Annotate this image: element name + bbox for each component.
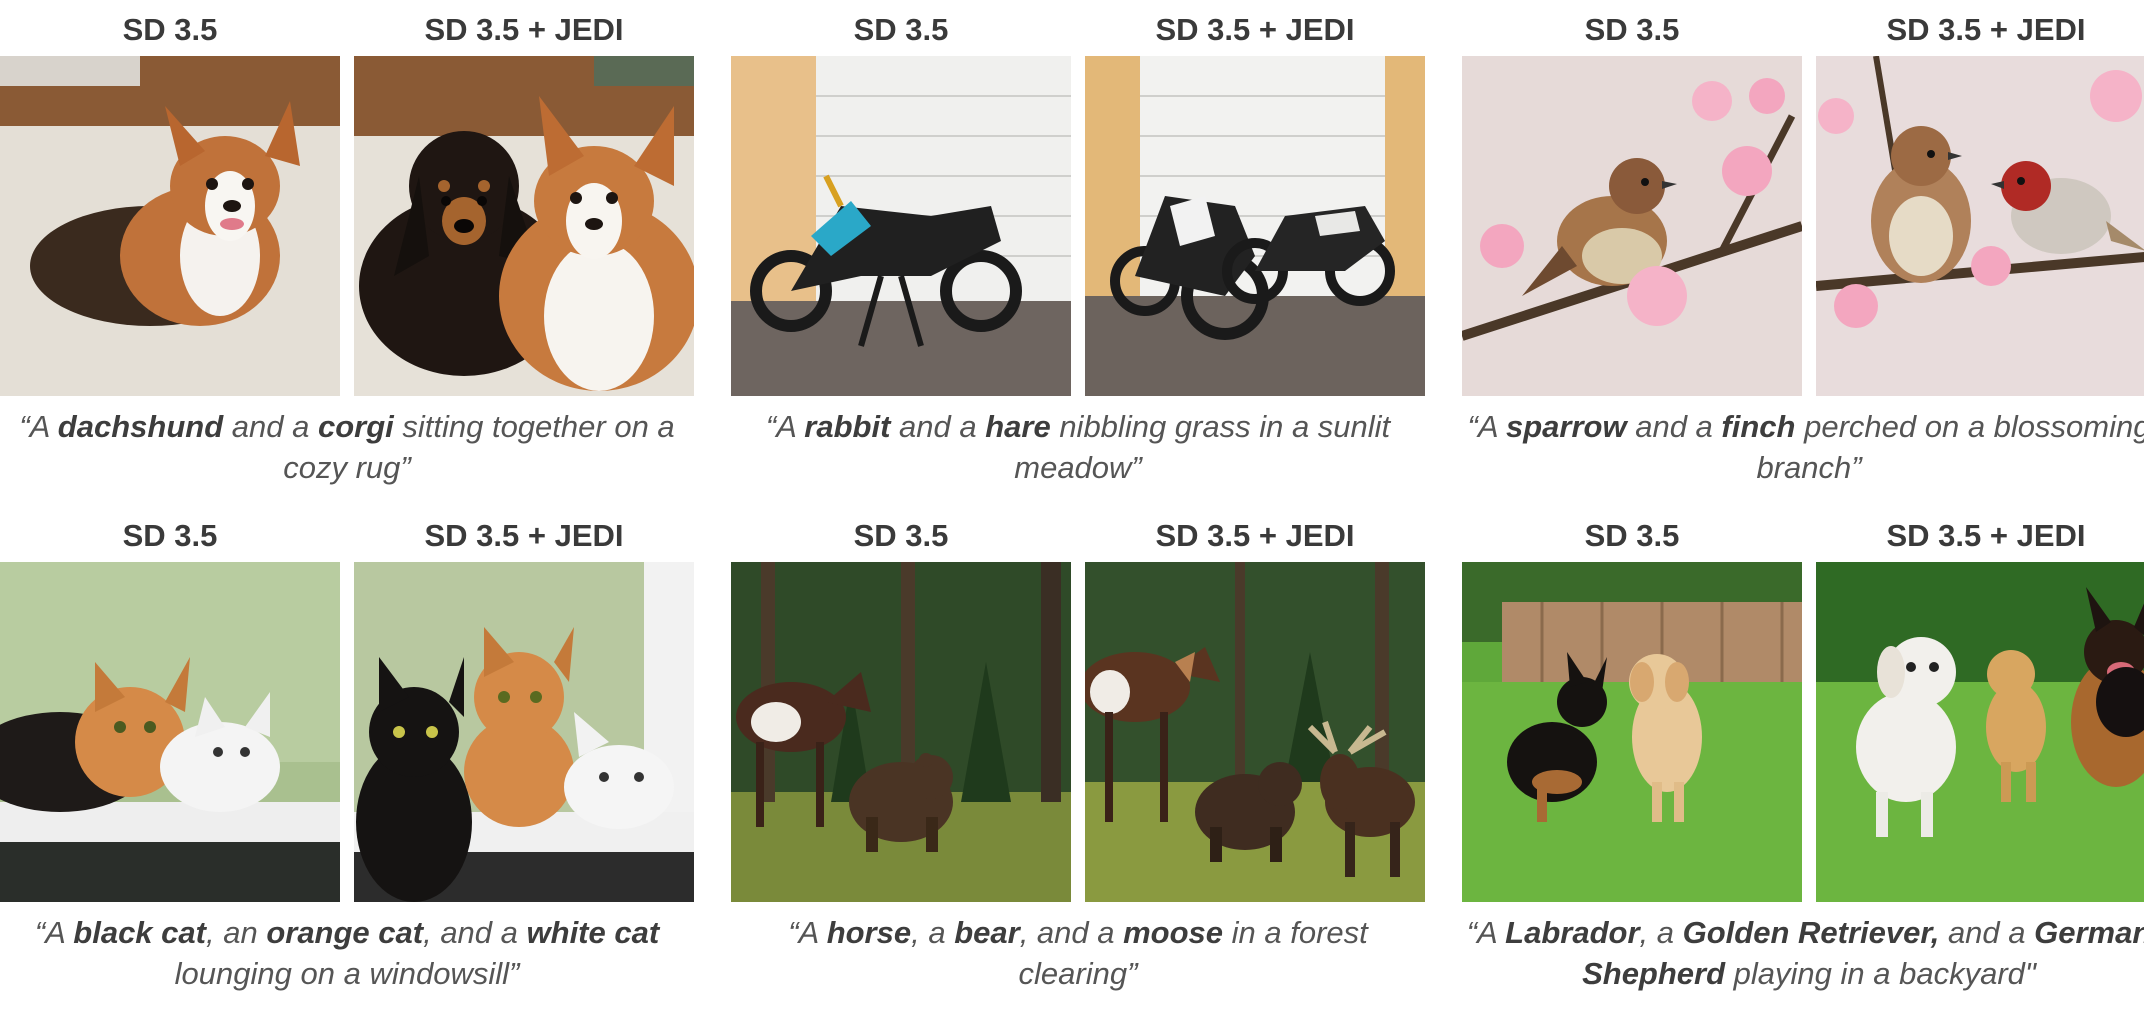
caption-subject: bear — [954, 915, 1020, 950]
panel-rabbit-hare: SD 3.5 SD 3.5 + JEDI “A rabbit and a har… — [731, 0, 1425, 500]
caption-text: nibbling grass in a sunlit meadow” — [1014, 409, 1391, 485]
caption-text: “A — [788, 915, 827, 950]
label-jedi: SD 3.5 + JEDI — [1886, 518, 2086, 553]
caption-subject: Labrador — [1505, 915, 1640, 950]
image-jedi-forest — [1085, 562, 1425, 902]
image-jedi-cats — [354, 562, 694, 902]
image-baseline-birds — [1462, 56, 1802, 396]
image-baseline-forest — [731, 562, 1071, 902]
caption-subject: orange cat — [266, 915, 424, 950]
caption-subject: Golden Retriever, — [1682, 915, 1940, 950]
image-baseline-backyard — [1462, 562, 1802, 902]
label-baseline: SD 3.5 — [853, 12, 949, 47]
caption-text: lounging on a windowsill” — [174, 956, 520, 991]
caption-subject: white cat — [526, 915, 660, 950]
image-baseline-dogs — [0, 56, 340, 396]
image-baseline-cats — [0, 562, 340, 902]
caption-text: and a — [1626, 409, 1722, 444]
caption-text: , and a — [423, 915, 527, 950]
image-baseline-garage — [731, 56, 1071, 396]
caption-prompt: “A horse, a bear, and a moose in a fores… — [731, 912, 1425, 994]
caption-text: , an — [205, 915, 267, 950]
caption-text: , a — [1639, 915, 1683, 950]
image-jedi-birds — [1816, 56, 2144, 396]
panel-labrador-golden-shepherd: SD 3.5 SD 3.5 + JEDI “A Labrador, a Gold… — [1462, 506, 2144, 1006]
label-baseline: SD 3.5 — [122, 12, 218, 47]
caption-subject: hare — [985, 409, 1051, 444]
caption-subject: dachshund — [57, 409, 224, 444]
caption-text: and a — [890, 409, 986, 444]
label-baseline: SD 3.5 — [122, 518, 218, 553]
caption-prompt: “A Labrador, a Golden Retriever, and a G… — [1462, 912, 2144, 994]
label-jedi: SD 3.5 + JEDI — [424, 12, 624, 47]
caption-text: playing in a backyard" — [1725, 956, 2036, 991]
caption-prompt: “A black cat, an orange cat, and a white… — [0, 912, 694, 994]
caption-text: , and a — [1019, 915, 1124, 950]
caption-text: and a — [223, 409, 318, 444]
caption-text: “A — [1467, 409, 1506, 444]
caption-subject: corgi — [317, 409, 394, 444]
caption-text: and a — [1939, 915, 2035, 950]
caption-subject: finch — [1721, 409, 1796, 444]
caption-subject: rabbit — [804, 409, 891, 444]
label-jedi: SD 3.5 + JEDI — [1155, 12, 1355, 47]
caption-subject: black cat — [73, 915, 206, 950]
caption-prompt: “A rabbit and a hare nibbling grass in a… — [731, 406, 1425, 488]
image-jedi-dogs — [354, 56, 694, 396]
panel-horse-bear-moose: SD 3.5 SD 3.5 + JEDI “A horse, a bear, a… — [731, 506, 1425, 1006]
image-jedi-garage — [1085, 56, 1425, 396]
caption-text: “A — [1466, 915, 1506, 950]
label-baseline: SD 3.5 — [1584, 518, 1680, 553]
panel-sparrow-finch: SD 3.5 SD 3.5 + JEDI “A sparrow and a fi… — [1462, 0, 2144, 500]
caption-text: perched on a blossoming branch” — [1756, 409, 2144, 485]
label-jedi: SD 3.5 + JEDI — [1886, 12, 2086, 47]
caption-text: “A — [34, 915, 74, 950]
panel-dachshund-corgi: SD 3.5 SD 3.5 + JEDI “A dachshund and a … — [0, 0, 694, 500]
caption-prompt: “A sparrow and a finch perched on a blos… — [1462, 406, 2144, 488]
caption-prompt: “A dachshund and a corgi sitting togethe… — [0, 406, 694, 488]
caption-subject: sparrow — [1505, 409, 1627, 444]
caption-subject: moose — [1123, 915, 1224, 950]
panel-cats: SD 3.5 SD 3.5 + JEDI “A black cat, an or… — [0, 506, 694, 1006]
caption-text: , a — [911, 915, 955, 950]
caption-text: “A — [19, 409, 58, 444]
label-baseline: SD 3.5 — [1584, 12, 1680, 47]
label-baseline: SD 3.5 — [853, 518, 949, 553]
image-jedi-backyard — [1816, 562, 2144, 902]
caption-text: “A — [765, 409, 805, 444]
caption-subject: horse — [826, 915, 912, 950]
label-jedi: SD 3.5 + JEDI — [1155, 518, 1355, 553]
label-jedi: SD 3.5 + JEDI — [424, 518, 624, 553]
